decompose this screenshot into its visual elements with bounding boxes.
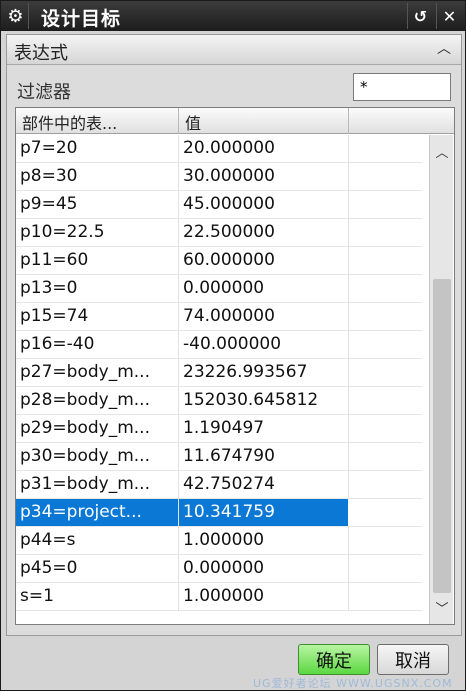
expression-name-cell[interactable]: p45=0: [16, 555, 179, 582]
chevron-up-icon[interactable]: ︿: [435, 40, 453, 58]
table-row[interactable]: p45=0 0.000000: [16, 555, 422, 583]
table-row[interactable]: p7=20 20.000000: [16, 135, 422, 163]
expression-value-cell[interactable]: 11.674790: [179, 443, 349, 470]
expression-value-cell[interactable]: 20.000000: [179, 135, 349, 162]
expression-value-cell[interactable]: 0.000000: [179, 555, 349, 582]
table-row[interactable]: p31=body_m... 42.750274: [16, 471, 422, 499]
filter-input[interactable]: [353, 73, 451, 101]
expression-value-cell[interactable]: -40.000000: [179, 331, 349, 358]
expression-value-cell[interactable]: 30.000000: [179, 163, 349, 190]
expression-value-cell[interactable]: 42.750274: [179, 471, 349, 498]
filter-label: 过滤器: [17, 82, 71, 103]
expression-name-cell[interactable]: p11=60: [16, 247, 179, 274]
expression-name-cell[interactable]: p16=-40: [16, 331, 179, 358]
cancel-button[interactable]: 取消: [377, 644, 449, 675]
expression-value-cell[interactable]: 74.000000: [179, 303, 349, 330]
scroll-up-icon[interactable]: ︿: [430, 143, 454, 165]
watermark: UG爱好者论坛 WWW.UGSNX.COM: [253, 677, 453, 690]
expression-name-cell[interactable]: p8=30: [16, 163, 179, 190]
title-bar[interactable]: ⚙ 设计目标 ↺ ✕: [1, 1, 465, 31]
expression-name-cell[interactable]: p29=body_m...: [16, 415, 179, 442]
expression-value-cell[interactable]: 60.000000: [179, 247, 349, 274]
table-row[interactable]: p9=45 45.000000: [16, 191, 422, 219]
expression-value-cell[interactable]: 1.000000: [179, 527, 349, 554]
scroll-thumb[interactable]: [433, 279, 451, 593]
expression-name-cell[interactable]: p13=0: [16, 275, 179, 302]
table-header: 部件中的表... 值: [16, 108, 454, 134]
table-row[interactable]: p11=60 60.000000: [16, 247, 422, 275]
expression-value-cell[interactable]: 45.000000: [179, 191, 349, 218]
table-row[interactable]: p13=0 0.000000: [16, 275, 422, 303]
group-title: 表达式: [14, 43, 68, 64]
table-row[interactable]: p30=body_m... 11.674790: [16, 443, 422, 471]
ok-button[interactable]: 确定: [298, 644, 370, 675]
table-row[interactable]: p28=body_m... 152030.645812: [16, 387, 422, 415]
expression-value-cell[interactable]: 1.190497: [179, 415, 349, 442]
expression-name-cell[interactable]: p44=s: [16, 527, 179, 554]
expression-value-cell[interactable]: 22.500000: [179, 219, 349, 246]
vertical-scrollbar[interactable]: ︿ ﹀: [429, 135, 453, 624]
expression-value-cell[interactable]: 152030.645812: [179, 387, 349, 414]
expression-value-cell[interactable]: 10.341759: [179, 499, 349, 526]
expression-name-cell[interactable]: p10=22.5: [16, 219, 179, 246]
expression-value-cell[interactable]: 1.000000: [179, 583, 349, 610]
expression-name-cell[interactable]: p9=45: [16, 191, 179, 218]
expression-name-cell[interactable]: p31=body_m...: [16, 471, 179, 498]
column-header-value[interactable]: 值: [179, 108, 349, 134]
table-row[interactable]: p15=74 74.000000: [16, 303, 422, 331]
expression-name-cell[interactable]: p7=20: [16, 135, 179, 162]
table-row[interactable]: p34=project... 10.341759: [16, 499, 422, 527]
table-row[interactable]: p44=s 1.000000: [16, 527, 422, 555]
expression-name-cell[interactable]: s=1: [16, 583, 179, 610]
table-row[interactable]: p16=-40 -40.000000: [16, 331, 422, 359]
dialog-title: 设计目标: [41, 8, 122, 30]
close-icon[interactable]: ✕: [436, 3, 462, 29]
table-row[interactable]: s=1 1.000000: [16, 583, 422, 611]
scroll-down-icon[interactable]: ﹀: [430, 599, 454, 621]
table-row[interactable]: p29=body_m... 1.190497: [16, 415, 422, 443]
table-body: p7=20 20.000000 p8=30 30.000000 p9=45 45.0000…: [16, 135, 422, 611]
column-header-name[interactable]: 部件中的表...: [16, 108, 179, 134]
expressions-group-header[interactable]: 表达式 ︿: [7, 35, 461, 65]
expression-name-cell[interactable]: p34=project...: [16, 499, 179, 526]
table-row[interactable]: p10=22.5 22.500000: [16, 219, 422, 247]
expression-name-cell[interactable]: p15=74: [16, 303, 179, 330]
expression-value-cell[interactable]: 23226.993567: [179, 359, 349, 386]
expression-name-cell[interactable]: p27=body_m...: [16, 359, 179, 386]
table-row[interactable]: p8=30 30.000000: [16, 163, 422, 191]
expressions-table: 部件中的表... 值 p7=20 20.000000 p8=30 30.000000 p…: [15, 107, 455, 625]
expressions-group: 表达式 ︿ 过滤器 部件中的表... 值 p7=2020.000000p8=30…: [6, 34, 462, 636]
expression-name-cell[interactable]: p28=body_m...: [16, 387, 179, 414]
gear-icon[interactable]: ⚙: [3, 3, 29, 29]
expression-name-cell[interactable]: p30=body_m...: [16, 443, 179, 470]
reset-icon[interactable]: ↺: [407, 3, 433, 29]
table-row[interactable]: p27=body_m... 23226.993567: [16, 359, 422, 387]
column-header-empty[interactable]: [349, 108, 454, 134]
design-target-dialog: ⚙ 设计目标 ↺ ✕ 表达式 ︿ 过滤器 部件中的表... 值 p7=2020.…: [0, 0, 466, 691]
expression-value-cell[interactable]: 0.000000: [179, 275, 349, 302]
